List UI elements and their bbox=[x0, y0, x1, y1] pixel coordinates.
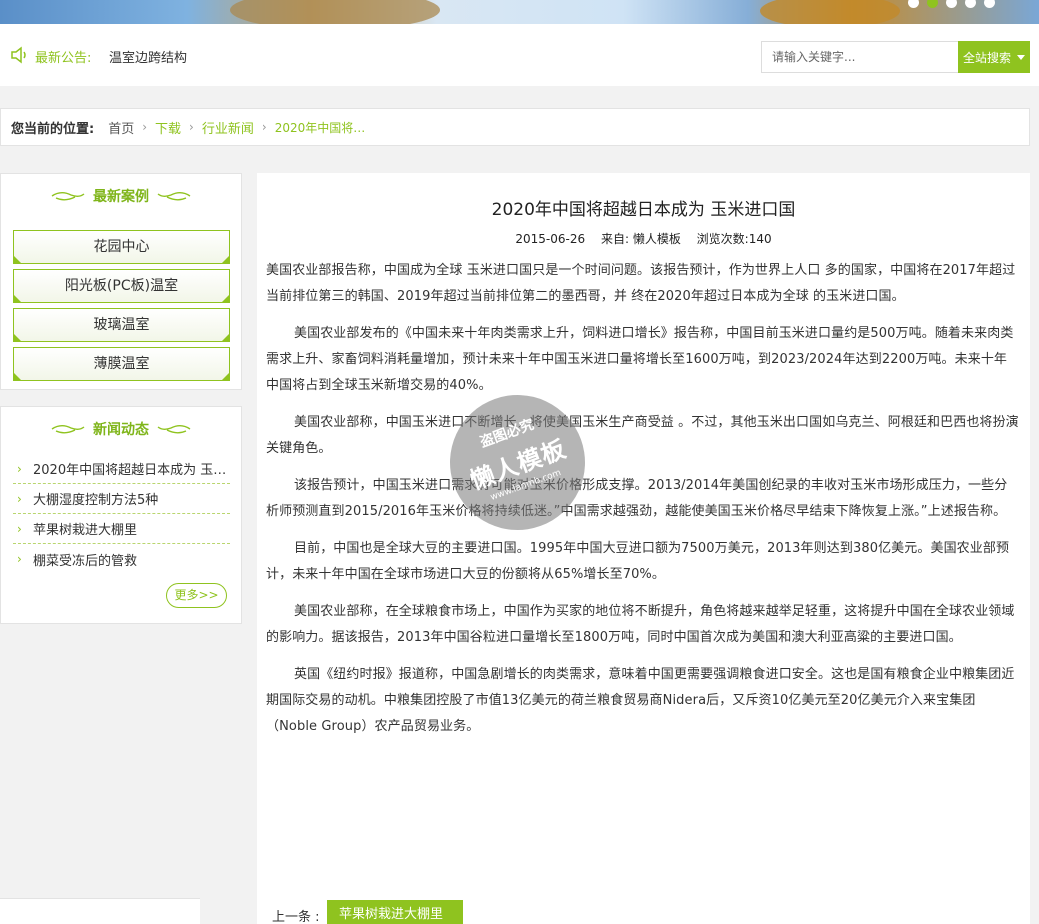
leaf-ornament-icon bbox=[157, 192, 191, 201]
list-item[interactable]: › 棚菜受冻后的管救 bbox=[13, 544, 230, 574]
prev-article-link[interactable]: 苹果树栽进大棚里 bbox=[327, 900, 463, 924]
news-list: › 2020年中国将超越日本成为 玉米进口国 › 大棚湿度控制方法5种 › 苹果树栽进… bbox=[13, 454, 230, 574]
news-header: 新闻动态 bbox=[1, 407, 241, 451]
sidebar-footer-strip bbox=[0, 898, 200, 924]
slide-indicator bbox=[908, 0, 995, 8]
article-title: 2020年中国将超越日本成为 玉米进口国 bbox=[491, 200, 796, 220]
news-link[interactable]: 棚菜受冻后的管救 bbox=[33, 550, 230, 569]
article-paragraph: 美国农业部报告称，中国成为全球 玉米进口国只是一个时间问题。该报告预计，作为世界… bbox=[266, 263, 1016, 304]
slide-dot[interactable] bbox=[965, 0, 976, 8]
breadcrumb-link-industry-news[interactable]: 行业新闻 bbox=[202, 118, 254, 137]
list-item[interactable]: › 大棚湿度控制方法5种 bbox=[13, 484, 230, 514]
article-views: 浏览次数:140 bbox=[696, 232, 772, 246]
latest-cases-header: 最新案例 bbox=[1, 174, 241, 218]
prev-article-label: 上一条 : bbox=[272, 910, 320, 924]
breadcrumb-link-download[interactable]: 下载 bbox=[155, 118, 181, 137]
article-panel: 2020年中国将超越日本成为 玉米进口国 2015-06-26 来自: 懒人模板… bbox=[257, 173, 1030, 924]
news-link[interactable]: 苹果树栽进大棚里 bbox=[33, 519, 230, 538]
leaf-ornament-icon bbox=[51, 192, 85, 201]
notice-link[interactable]: 温室边跨结构 bbox=[109, 47, 187, 66]
slide-dot-active[interactable] bbox=[927, 0, 938, 8]
more-button[interactable]: 更多>> bbox=[166, 583, 227, 608]
case-item-glass-greenhouse[interactable]: 玻璃温室 bbox=[13, 308, 230, 342]
search-input[interactable] bbox=[761, 41, 959, 73]
leaf-ornament-icon bbox=[51, 425, 85, 434]
latest-cases-panel: 最新案例 花园中心 阳光板(PC板)温室 玻璃温室 薄膜温室 bbox=[0, 173, 242, 390]
chevron-right-icon: › bbox=[17, 552, 22, 566]
news-panel: 新闻动态 › 2020年中国将超越日本成为 玉米进口国 › 大棚湿度控制方法5种 ›… bbox=[0, 406, 242, 624]
article-meta: 2015-06-26 来自: 懒人模板 浏览次数:140 bbox=[257, 230, 1030, 247]
search-button-label: 全站搜索 bbox=[963, 50, 1012, 65]
case-item-pc-greenhouse[interactable]: 阳光板(PC板)温室 bbox=[13, 269, 230, 303]
slide-dot[interactable] bbox=[908, 0, 919, 8]
chevron-right-icon: › bbox=[17, 461, 22, 476]
news-title: 新闻动态 bbox=[93, 422, 149, 438]
news-link[interactable]: 2020年中国将超越日本成为 玉米进口国 bbox=[33, 459, 230, 478]
banner-image-rock bbox=[760, 0, 900, 24]
article-paragraph: 该报告预计，中国玉米进口需求有可能对玉米价格形成支撑。2013/2014年美国创… bbox=[266, 478, 1008, 519]
chevron-right-icon: › bbox=[189, 120, 194, 134]
chevron-right-icon: › bbox=[142, 120, 148, 134]
notice-label: 最新公告: bbox=[35, 51, 92, 66]
breadcrumb-home-link[interactable]: 首页 bbox=[108, 118, 134, 137]
search-button[interactable]: 全站搜索 bbox=[958, 41, 1030, 73]
article-source: 来自: 懒人模板 bbox=[600, 232, 681, 246]
chevron-right-icon: › bbox=[261, 120, 267, 134]
chevron-right-icon: › bbox=[17, 491, 22, 506]
breadcrumb: 您当前的位置: 首页 › 下载 › 行业新闻 › 2020年中国将… bbox=[0, 108, 1030, 146]
chevron-right-icon: › bbox=[17, 521, 22, 536]
top-banner bbox=[0, 0, 1039, 24]
article-paragraph: 目前，中国也是全球大豆的主要进口国。1995年中国大豆进口额为7500万美元，2… bbox=[266, 541, 1010, 582]
slide-dot[interactable] bbox=[946, 0, 957, 8]
case-item-garden-center[interactable]: 花园中心 bbox=[13, 230, 230, 264]
breadcrumb-current[interactable]: 2020年中国将… bbox=[275, 119, 366, 136]
article-paragraph: 美国农业部称，中国玉米进口不断增长，将使美国玉米生产商受益 。不过，其他玉米出口… bbox=[266, 415, 1019, 456]
article-paragraph: 美国农业部发布的《中国未来十年肉类需求上升，饲料进口增长》报告称，中国目前玉米进… bbox=[266, 326, 1014, 393]
news-link[interactable]: 大棚湿度控制方法5种 bbox=[33, 489, 230, 508]
speaker-icon bbox=[11, 46, 26, 64]
article-date: 2015-06-26 bbox=[515, 232, 586, 246]
list-item[interactable]: › 苹果树栽进大棚里 bbox=[13, 514, 230, 544]
breadcrumb-lead: 您当前的位置: bbox=[11, 121, 95, 137]
article-paragraph: 美国农业部称，在全球粮食市场上，中国作为买家的地位将不断提升，角色将越来越举足轻… bbox=[266, 604, 1015, 645]
case-item-film-greenhouse[interactable]: 薄膜温室 bbox=[13, 347, 230, 381]
article-body: 美国农业部报告称，中国成为全球 玉米进口国只是一个时间问题。该报告预计，作为世界… bbox=[266, 258, 1020, 751]
notice-bar: 最新公告: 温室边跨结构 全站搜索 bbox=[0, 24, 1039, 86]
list-item[interactable]: › 2020年中国将超越日本成为 玉米进口国 bbox=[13, 454, 230, 484]
article-paragraph: 英国《纽约时报》报道称，中国急剧增长的肉类需求，意味着中国更需要强调粮食进口安全… bbox=[266, 667, 1015, 734]
latest-cases-title: 最新案例 bbox=[93, 189, 149, 205]
chevron-down-icon bbox=[1017, 55, 1025, 60]
leaf-ornament-icon bbox=[157, 425, 191, 434]
slide-dot[interactable] bbox=[984, 0, 995, 8]
banner-image-rock bbox=[230, 0, 440, 24]
